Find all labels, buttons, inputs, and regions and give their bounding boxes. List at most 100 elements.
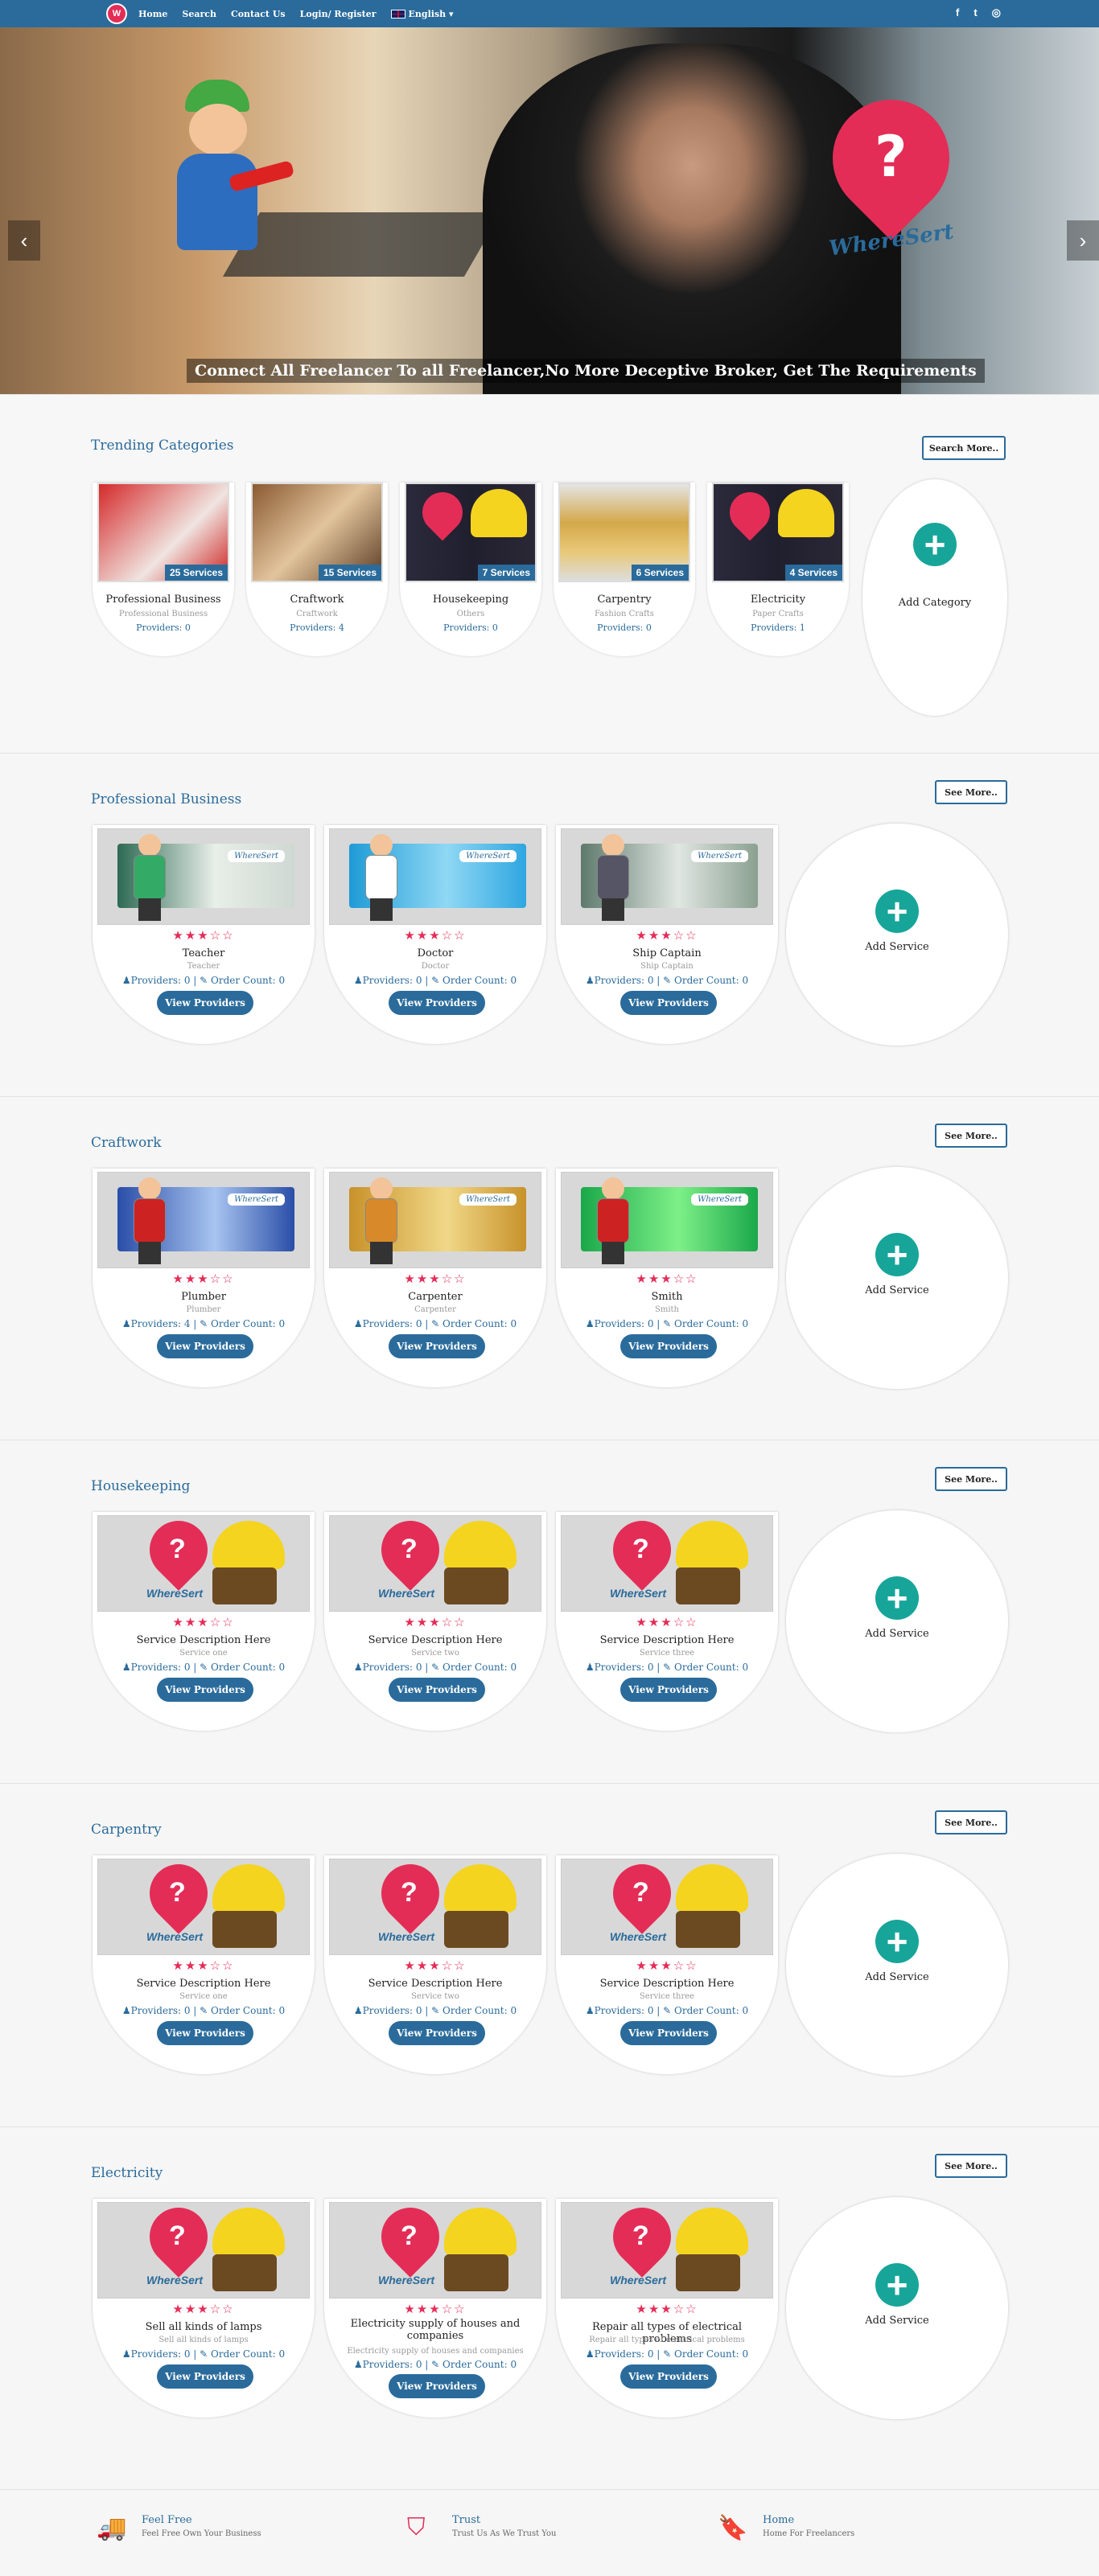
see-more-button[interactable]: See More.. [935, 1124, 1007, 1148]
search-more-button[interactable]: Search More.. [922, 436, 1006, 460]
section-title: Electricity [91, 2165, 163, 2181]
nav-contact-link[interactable]: Contact Us [231, 9, 286, 19]
view-providers-button[interactable]: View Providers [389, 2374, 485, 2398]
see-more-button[interactable]: See More.. [935, 2154, 1007, 2178]
service-card[interactable]: WhereSert ★★★☆☆ Carpenter Carpenter ♟Provide… [324, 1169, 546, 1387]
view-providers-button[interactable]: View Providers [620, 2021, 717, 2045]
instagram-icon[interactable]: ◎ [992, 6, 1001, 19]
category-card[interactable]: 15 Services Craftwork Craftwork Provider… [246, 483, 388, 656]
slider-prev-arrow[interactable]: ‹ [8, 220, 40, 261]
service-meta: ♟Providers: 0 | ✎ Order Count: 0 [121, 2348, 286, 2360]
service-sub: Ship Captain [640, 962, 694, 971]
service-card[interactable]: ? WhereSert ★★★☆☆ Service Description Here S… [556, 1855, 778, 2074]
service-image: ? WhereSert [97, 1515, 310, 1612]
wheresert-tag: WhereSert [146, 2274, 204, 2286]
service-card[interactable]: WhereSert ★★★☆☆ Teacher Teacher ♟Providers: … [93, 825, 315, 1044]
service-card[interactable]: ? WhereSert ★★★☆☆ Repair all types of elect… [556, 2199, 778, 2418]
service-image: WhereSert [329, 828, 541, 925]
view-providers-button[interactable]: View Providers [620, 1334, 717, 1358]
add-service-button[interactable]: + Add Service [786, 1167, 1008, 1389]
language-selector[interactable]: English ▾ [390, 9, 454, 19]
category-providers: Providers: 1 [751, 622, 805, 633]
view-providers-button[interactable]: View Providers [157, 1678, 253, 1702]
see-more-button[interactable]: See More.. [935, 1810, 1007, 1834]
service-image: ? WhereSert [329, 1515, 541, 1612]
add-category-button[interactable]: + Add Category [862, 479, 1007, 716]
category-card[interactable]: 4 Services Electricity Paper Crafts Prov… [707, 483, 849, 656]
view-providers-button[interactable]: View Providers [620, 991, 717, 1015]
service-card[interactable]: WhereSert ★★★☆☆ Doctor Doctor ♟Providers: 0 … [324, 825, 546, 1044]
category-card[interactable]: 7 Services Housekeeping Others Providers… [400, 483, 541, 656]
wheresert-tag: WhereSert [228, 850, 285, 862]
wheresert-tag: WhereSert [691, 850, 748, 862]
view-providers-button[interactable]: View Providers [157, 991, 253, 1015]
add-service-button[interactable]: + Add Service [786, 824, 1008, 1046]
plus-icon: + [913, 523, 957, 566]
service-card[interactable]: WhereSert ★★★☆☆ Ship Captain Ship Captain ♟P… [556, 825, 778, 1044]
service-card[interactable]: WhereSert ★★★☆☆ Plumber Plumber ♟Providers: … [93, 1169, 315, 1387]
rating-stars: ★★★☆☆ [636, 1272, 698, 1286]
view-providers-button[interactable]: View Providers [157, 1334, 253, 1358]
service-title: Service Description Here [599, 1978, 735, 1990]
add-service-button[interactable]: + Add Service [786, 1854, 1008, 2076]
add-category-label: Add Category [898, 597, 972, 609]
view-providers-button[interactable]: View Providers [389, 991, 485, 1015]
category-name: Professional Business [105, 594, 221, 606]
rating-stars: ★★★☆☆ [172, 1959, 235, 1973]
service-card[interactable]: WhereSert ★★★☆☆ Smith Smith ♟Providers: 0 | … [556, 1169, 778, 1387]
nav-search-link[interactable]: Search [182, 9, 216, 19]
category-sub: Paper Crafts [752, 610, 804, 618]
slider-next-arrow[interactable]: › [1067, 220, 1099, 261]
nav-login-link[interactable]: Login/ Register [300, 9, 377, 19]
feature-home: 🔖 Home Home For Freelancers [718, 2514, 854, 2541]
view-providers-button[interactable]: View Providers [389, 2021, 485, 2045]
see-more-button[interactable]: See More.. [935, 1467, 1007, 1491]
service-image: WhereSert [97, 828, 310, 925]
view-providers-button[interactable]: View Providers [157, 2364, 253, 2389]
service-image: ? WhereSert [97, 1859, 310, 1955]
add-service-label: Add Service [865, 2315, 929, 2327]
section-title: Craftwork [91, 1135, 162, 1151]
view-providers-button[interactable]: View Providers [620, 2364, 717, 2389]
feature-title: Trust [452, 2514, 481, 2526]
service-meta: ♟Providers: 0 | ✎ Order Count: 0 [585, 1662, 749, 1673]
service-title: Carpenter [408, 1291, 463, 1303]
facebook-icon[interactable]: f [956, 6, 959, 19]
service-card[interactable]: ? WhereSert ★★★☆☆ Electricity supply of hou… [324, 2199, 546, 2418]
site-logo[interactable]: W [106, 3, 127, 24]
category-card[interactable]: 25 Services Professional Business Profes… [93, 483, 234, 656]
see-more-button[interactable]: See More.. [935, 780, 1007, 804]
service-title: Service Description Here [368, 1978, 503, 1990]
service-card[interactable]: ? WhereSert ★★★☆☆ Service Description Here S… [93, 1512, 315, 1731]
service-card[interactable]: ? WhereSert ★★★☆☆ Service Description Here S… [324, 1512, 546, 1731]
service-sub: Service one [179, 1992, 228, 2001]
add-service-button[interactable]: + Add Service [786, 2197, 1008, 2419]
service-card[interactable]: ? WhereSert ★★★☆☆ Service Description Here S… [93, 1855, 315, 2074]
services-count-badge: 25 Services [164, 565, 228, 581]
rating-stars: ★★★☆☆ [636, 1959, 698, 1973]
wheresert-tag: WhereSert [228, 1194, 285, 1206]
rating-stars: ★★★☆☆ [404, 1616, 467, 1629]
wheresert-logo: ? WhereSert [808, 75, 974, 261]
footer: 🚚 Feel Free Feel Free Own Your Business ⛉… [0, 2489, 1099, 2576]
trending-title: Trending Categories [91, 438, 234, 454]
view-providers-button[interactable]: View Providers [620, 1678, 717, 1702]
rating-stars: ★★★☆☆ [172, 1272, 235, 1286]
view-providers-button[interactable]: View Providers [389, 1334, 485, 1358]
service-card[interactable]: ? WhereSert ★★★☆☆ Service Description Here S… [556, 1512, 778, 1731]
view-providers-button[interactable]: View Providers [157, 2021, 253, 2045]
service-card[interactable]: ? WhereSert ★★★☆☆ Service Description Here S… [324, 1855, 546, 2074]
service-card[interactable]: ? WhereSert ★★★☆☆ Sell all kinds of lamps Se… [93, 2199, 315, 2418]
add-service-label: Add Service [865, 1971, 929, 1983]
twitter-icon[interactable]: t [973, 6, 977, 19]
service-image: ? WhereSert [561, 1515, 773, 1612]
character-figure [362, 1177, 399, 1264]
category-card[interactable]: 6 Services Carpentry Fashion Crafts Prov… [554, 483, 695, 656]
add-service-button[interactable]: + Add Service [786, 1510, 1008, 1732]
service-sub: Plumber [186, 1305, 221, 1314]
category-sub: Professional Business [118, 610, 208, 618]
wheresert-tag: WhereSert [459, 1194, 517, 1206]
service-meta: ♟Providers: 0 | ✎ Order Count: 0 [353, 2005, 517, 2016]
view-providers-button[interactable]: View Providers [389, 1678, 485, 1702]
nav-home-link[interactable]: Home [138, 9, 167, 19]
